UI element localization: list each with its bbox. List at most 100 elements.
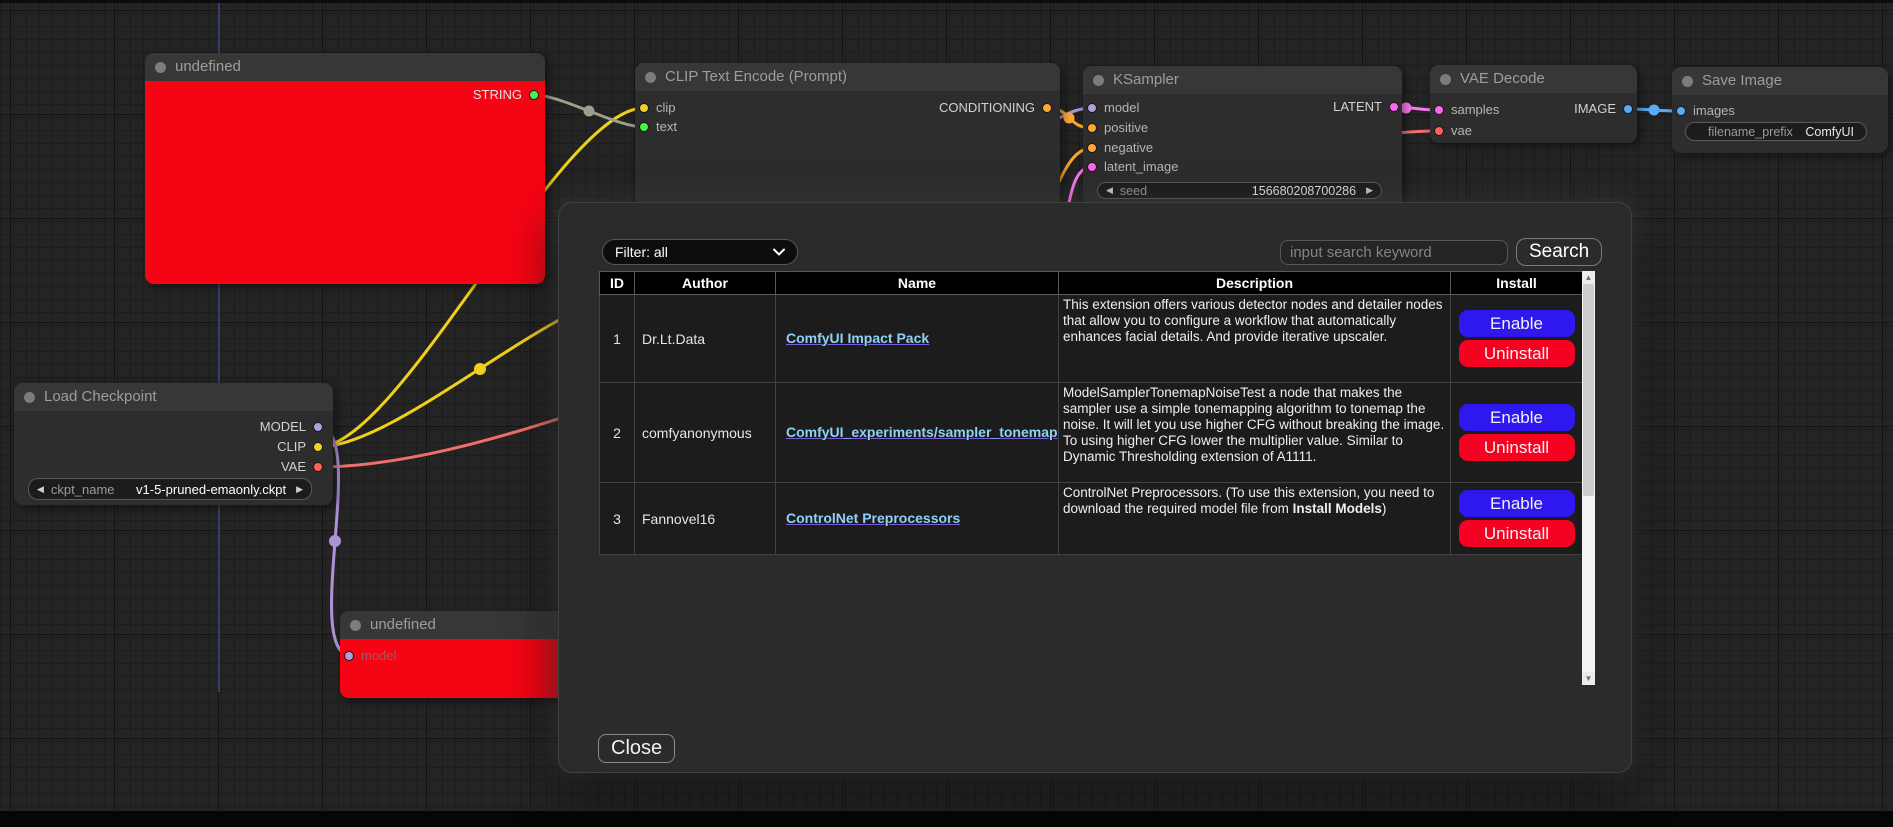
extension-description-cell: ControlNet Preprocessors. (To use this e… — [1059, 483, 1451, 555]
output-port-latent[interactable]: LATENT — [1333, 101, 1399, 113]
node-title-bar[interactable]: KSampler — [1083, 66, 1402, 94]
node-vae-decode[interactable]: VAE Decode samples vae IMAGE — [1430, 65, 1637, 143]
uninstall-button[interactable]: Uninstall — [1459, 520, 1575, 547]
extension-table-body: 1Dr.Lt.DataComfyUI Impact PackThis exten… — [600, 295, 1583, 555]
node-collapse-dot[interactable] — [1682, 76, 1693, 87]
extension-install-cell: Enable Uninstall — [1451, 483, 1583, 555]
input-port-negative[interactable]: negative — [1087, 142, 1153, 154]
scrollbar-thumb[interactable] — [1583, 284, 1594, 496]
header-author: Author — [635, 272, 776, 295]
seed-widget[interactable]: ◀ seed 156680208700286 ▶ — [1097, 182, 1382, 199]
port-dot[interactable] — [1042, 103, 1052, 113]
enable-button[interactable]: Enable — [1459, 310, 1575, 337]
port-dot[interactable] — [1087, 143, 1097, 153]
header-name: Name — [776, 272, 1059, 295]
node-title: undefined — [370, 616, 436, 633]
extension-install-cell: Enable Uninstall — [1451, 295, 1583, 383]
enable-button[interactable]: Enable — [1459, 404, 1575, 431]
filename-prefix-value: ComfyUI — [1793, 125, 1854, 139]
node-collapse-dot[interactable] — [155, 62, 166, 73]
node-title: KSampler — [1113, 71, 1179, 88]
seed-value: 156680208700286 — [1147, 184, 1356, 198]
node-ksampler[interactable]: KSampler model positive negative latent_… — [1083, 66, 1402, 210]
input-port-latent-image[interactable]: latent_image — [1087, 161, 1178, 173]
previous-arrow-icon[interactable]: ◀ — [37, 485, 44, 494]
output-port-string[interactable]: STRING — [473, 89, 539, 101]
extension-link[interactable]: ControlNet Preprocessors — [786, 510, 960, 526]
search-button[interactable]: Search — [1516, 238, 1602, 266]
port-dot[interactable] — [1087, 103, 1097, 113]
node-collapse-dot[interactable] — [350, 620, 361, 631]
port-dot[interactable] — [1434, 105, 1444, 115]
node-title-bar[interactable]: Save Image — [1672, 67, 1888, 95]
filename-prefix-widget[interactable]: filename_prefix ComfyUI — [1685, 122, 1867, 141]
port-dot[interactable] — [344, 651, 354, 661]
node-collapse-dot[interactable] — [645, 72, 656, 83]
input-port-vae[interactable]: vae — [1434, 125, 1472, 137]
node-title: VAE Decode — [1460, 70, 1545, 87]
input-port-images[interactable]: images — [1676, 105, 1735, 117]
output-port-clip[interactable]: CLIP — [277, 441, 323, 453]
node-collapse-dot[interactable] — [1440, 74, 1451, 85]
node-title-bar[interactable]: undefined — [145, 53, 545, 81]
input-port-samples[interactable]: samples — [1434, 104, 1499, 116]
increment-arrow-icon[interactable]: ▶ — [1366, 186, 1373, 195]
node-title-bar[interactable]: CLIP Text Encode (Prompt) — [635, 63, 1060, 91]
extension-link[interactable]: ComfyUI Impact Pack — [786, 330, 929, 346]
node-title-bar[interactable]: VAE Decode — [1430, 65, 1637, 93]
node-load-checkpoint[interactable]: Load Checkpoint MODEL CLIP VAE ◀ ckpt_na… — [14, 383, 333, 505]
node-title: Load Checkpoint — [44, 388, 157, 405]
node-undefined-top[interactable]: undefined STRING — [145, 53, 545, 284]
extension-author-cell: Fannovel16 — [635, 483, 776, 555]
output-port-image[interactable]: IMAGE — [1574, 103, 1633, 115]
output-port-vae[interactable]: VAE — [281, 461, 323, 473]
close-button[interactable]: Close — [598, 734, 675, 763]
node-save-image[interactable]: Save Image images filename_prefix ComfyU… — [1672, 67, 1888, 153]
port-dot[interactable] — [313, 442, 323, 452]
input-port-clip[interactable]: clip — [639, 102, 676, 114]
node-clip-text-encode[interactable]: CLIP Text Encode (Prompt) clip text COND… — [635, 63, 1060, 208]
enable-button[interactable]: Enable — [1459, 490, 1575, 517]
node-title-bar[interactable]: undefined — [340, 611, 570, 639]
table-header-row: ID Author Name Description Install — [600, 272, 1583, 295]
node-collapse-dot[interactable] — [1093, 75, 1104, 86]
scroll-down-icon[interactable]: ▼ — [1582, 672, 1595, 685]
port-dot[interactable] — [1087, 123, 1097, 133]
uninstall-button[interactable]: Uninstall — [1459, 340, 1575, 367]
uninstall-button[interactable]: Uninstall — [1459, 434, 1575, 461]
next-arrow-icon[interactable]: ▶ — [296, 485, 303, 494]
node-title: Save Image — [1702, 72, 1782, 89]
port-dot[interactable] — [529, 90, 539, 100]
scroll-up-icon[interactable]: ▲ — [1582, 271, 1595, 284]
table-scrollbar[interactable]: ▲ ▼ — [1582, 271, 1595, 685]
node-collapse-dot[interactable] — [24, 392, 35, 403]
extension-name-cell: ComfyUI Impact Pack — [776, 295, 1059, 383]
node-error-body — [145, 81, 545, 284]
comfyui-canvas[interactable]: undefined STRING CLIP Text Encode (Promp… — [0, 0, 1893, 827]
port-dot[interactable] — [639, 122, 649, 132]
ckpt-name-widget[interactable]: ◀ ckpt_name v1-5-pruned-emaonly.ckpt ▶ — [28, 478, 312, 500]
node-title-bar[interactable]: Load Checkpoint — [14, 383, 333, 411]
output-port-conditioning[interactable]: CONDITIONING — [939, 102, 1052, 114]
port-dot[interactable] — [639, 103, 649, 113]
input-port-positive[interactable]: positive — [1087, 122, 1148, 134]
header-description: Description — [1059, 272, 1451, 295]
window-top-edge — [0, 0, 1893, 3]
extension-link[interactable]: ComfyUI_experiments/sampler_tonemap — [786, 424, 1058, 440]
port-dot[interactable] — [1623, 104, 1633, 114]
port-dot[interactable] — [1676, 106, 1686, 116]
input-port-model[interactable]: model — [1087, 102, 1139, 114]
input-port-text[interactable]: text — [639, 121, 677, 133]
port-dot[interactable] — [313, 462, 323, 472]
output-port-model[interactable]: MODEL — [260, 421, 323, 433]
port-dot[interactable] — [1434, 126, 1444, 136]
port-dot[interactable] — [313, 422, 323, 432]
filter-select[interactable]: Filter: all — [602, 239, 798, 265]
search-input[interactable] — [1280, 240, 1508, 265]
decrement-arrow-icon[interactable]: ◀ — [1106, 186, 1113, 195]
port-dot[interactable] — [1389, 102, 1399, 112]
header-id: ID — [600, 272, 635, 295]
node-undefined-bottom[interactable]: undefined model — [340, 611, 570, 698]
port-dot[interactable] — [1087, 162, 1097, 172]
input-port-model[interactable]: model — [344, 650, 396, 662]
